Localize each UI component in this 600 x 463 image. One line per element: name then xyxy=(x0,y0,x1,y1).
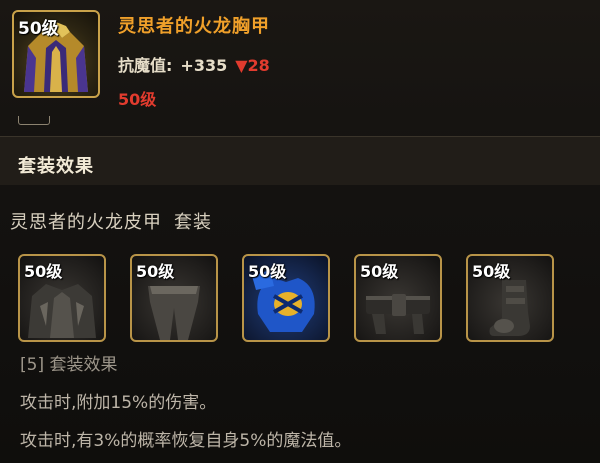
stat-value: +335 xyxy=(180,56,228,75)
set-piece-5[interactable]: 50级 xyxy=(466,254,554,342)
piece-level-badge: 50级 xyxy=(360,262,399,281)
set-bonus-line-1: 攻击时,附加15%的伤害。 xyxy=(20,393,217,413)
section-title: 套装效果 xyxy=(18,156,94,177)
item-tooltip-panel: 50级 灵思者的火龙胸甲 抗魔值: +335 ▼28 50级 套装效果 灵思者的火龙… xyxy=(0,0,600,463)
collapse-tab[interactable] xyxy=(18,116,50,125)
magic-resist-stat: 抗魔值: +335 ▼28 xyxy=(118,52,270,76)
item-icon-frame[interactable]: 50级 xyxy=(12,10,100,98)
required-level: 50级 xyxy=(118,90,157,109)
set-bonus-line-2: 攻击时,有3%的概率恢复自身5%的魔法值。 xyxy=(20,431,352,451)
set-name: 灵思者的火龙皮甲 套装 xyxy=(10,208,212,234)
piece-level-badge: 50级 xyxy=(24,262,63,281)
piece-level-badge: 50级 xyxy=(472,262,511,281)
set-piece-3[interactable]: 50级 xyxy=(242,254,330,342)
item-level-badge: 50级 xyxy=(18,19,59,39)
set-piece-1[interactable]: 50级 xyxy=(18,254,106,342)
piece-level-badge: 50级 xyxy=(248,262,287,281)
item-name: 灵思者的火龙胸甲 xyxy=(118,16,270,37)
set-name-text: 灵思者的火龙皮甲 xyxy=(10,212,162,233)
stat-diff-value: 28 xyxy=(247,56,270,75)
stat-label: 抗魔值: xyxy=(118,56,173,75)
piece-level-badge: 50级 xyxy=(136,262,175,281)
set-suffix: 套装 xyxy=(174,212,212,233)
down-arrow-icon: ▼ xyxy=(235,56,248,75)
set-piece-2[interactable]: 50级 xyxy=(130,254,218,342)
set-bonus-header: [5] 套装效果 xyxy=(20,355,118,375)
set-piece-4[interactable]: 50级 xyxy=(354,254,442,342)
